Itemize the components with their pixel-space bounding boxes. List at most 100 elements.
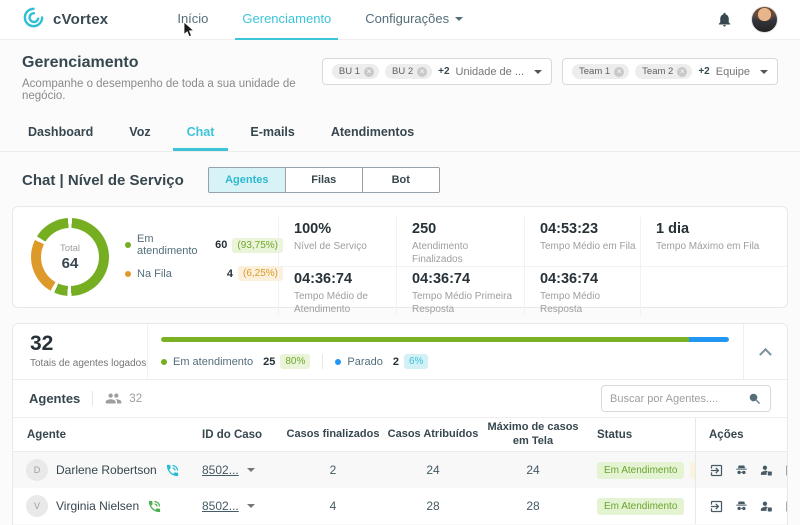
legend-em-atendimento: Em atendimento 60 (93,75%) [125, 233, 283, 257]
agents-table-header: Agente ID do Caso Casos finalizados Caso… [13, 418, 787, 452]
col-id-caso: ID do Caso [188, 429, 283, 441]
agents-panel: 32 Totais de agentes logados Em atendime… [12, 323, 788, 525]
view-toggle-group: Agentes Filas Bot [208, 167, 440, 193]
agents-status-bar [161, 337, 729, 342]
bu-chip-1[interactable]: BU 1× [332, 64, 379, 79]
search-icon[interactable] [748, 392, 762, 406]
chevron-down-icon [455, 17, 463, 21]
case-queue-icon[interactable] [784, 499, 788, 514]
nav-item-gerenciamento[interactable]: Gerenciamento [225, 0, 348, 40]
bu-filter-select[interactable]: BU 1× BU 2× +2 Unidade de ... [322, 58, 552, 85]
collapse-panel-button[interactable] [743, 324, 787, 379]
toggle-agentes[interactable]: Agentes [208, 167, 286, 193]
stat-atendimento-finalizados: 250Atendimento Finalizados [396, 217, 524, 266]
top-navbar: cVortex Início Gerenciamento Configuraçõ… [0, 0, 800, 40]
tab-voz[interactable]: Voz [115, 114, 164, 151]
orange-dot-icon [125, 271, 131, 277]
legend-divider [322, 354, 323, 369]
channel-tabs: Dashboard Voz Chat E-mails Atendimentos [0, 114, 800, 152]
chevron-down-icon[interactable] [247, 504, 255, 508]
team-more-count: +2 [698, 66, 709, 77]
case-id-link[interactable]: 8502... [202, 499, 239, 513]
phone-in-talk-icon[interactable] [165, 463, 180, 478]
brand-name: cVortex [53, 11, 108, 28]
status-badge: Em Atendimento [597, 498, 684, 515]
donut-center-value: 64 [62, 255, 79, 272]
green-dot-icon [161, 359, 167, 365]
col-casos-finalizados: Casos finalizados [283, 428, 383, 441]
tab-chat[interactable]: Chat [173, 114, 229, 151]
cvortex-logo-icon [22, 6, 45, 34]
donut-center-label: Total [60, 243, 80, 254]
bu-more-count: +2 [438, 66, 449, 77]
stat-tempo-medio-resposta: 04:36:74Tempo Médio Resposta [524, 267, 640, 316]
stat-nivel-servico: 100%Nível de Serviço [278, 217, 396, 266]
green-dot-icon [125, 242, 131, 248]
tab-dashboard[interactable]: Dashboard [14, 114, 107, 151]
mouse-cursor [183, 22, 197, 43]
status-badge: Em Atendimento [597, 462, 684, 479]
remove-chip-icon[interactable]: × [614, 67, 624, 77]
case-id-link[interactable]: 8502... [202, 463, 239, 477]
remove-chip-icon[interactable]: × [417, 67, 427, 77]
manage-agent-icon[interactable] [759, 463, 774, 478]
col-status: Status [583, 429, 695, 441]
people-group-icon [105, 390, 122, 407]
list-head-divider [92, 391, 93, 406]
stat-empty [640, 267, 787, 316]
phone-in-talk-icon[interactable] [147, 499, 162, 514]
case-queue-icon[interactable] [784, 463, 788, 478]
nav-item-configuracoes[interactable]: Configurações [348, 0, 480, 40]
manage-agent-icon[interactable] [759, 499, 774, 514]
chevron-down-icon[interactable] [247, 468, 255, 472]
monitor-incognito-icon[interactable] [734, 499, 749, 514]
service-level-summary-card: Total 64 Em atendimento 60 (93,75%) Na F… [12, 206, 788, 308]
chevron-down-icon [760, 70, 768, 74]
bu-filter-label: Unidade de ... [456, 66, 525, 78]
logout-agent-icon[interactable] [709, 499, 724, 514]
col-acoes: Ações [695, 418, 787, 451]
col-casos-atribuidos: Casos Atribuídos [383, 428, 483, 441]
notifications-bell-icon[interactable] [716, 11, 733, 28]
chevron-up-icon [759, 348, 772, 361]
remove-chip-icon[interactable]: × [677, 67, 687, 77]
agents-list-count: 32 [129, 393, 142, 405]
bar-segment-em-atendimento [161, 337, 689, 342]
stat-tempo-medio-fila: 04:53:23Tempo Médio em Fila [524, 217, 640, 266]
page-title: Gerenciamento [22, 54, 322, 72]
chevron-down-icon [534, 70, 542, 74]
stat-tempo-medio-primeira-resposta: 04:36:74Tempo Médio Primeira Resposta [396, 267, 524, 316]
tab-emails[interactable]: E-mails [236, 114, 308, 151]
team-filter-label: Equipe [716, 66, 750, 78]
agents-total-value: 32 [30, 332, 147, 356]
tab-atendimentos[interactable]: Atendimentos [317, 114, 428, 151]
page-header: Gerenciamento Acompanhe o desempenho de … [0, 40, 800, 114]
section-title: Chat | Nível de Serviço [22, 172, 184, 189]
remove-chip-icon[interactable]: × [364, 67, 374, 77]
attendance-donut-chart: Total 64 [31, 218, 109, 296]
table-row: V Virginia Nielsen 8502... 4 28 28 Em At… [13, 488, 787, 524]
search-input[interactable] [610, 393, 748, 405]
brand[interactable]: cVortex [22, 6, 108, 34]
toggle-bot[interactable]: Bot [362, 167, 440, 193]
user-avatar[interactable] [751, 6, 778, 33]
legend-na-fila: Na Fila 4 (6,25%) [125, 266, 283, 281]
col-maximo-casos-tela: Máximo de casos em Tela [483, 421, 583, 447]
page-subtitle: Acompanhe o desempenho de toda a sua uni… [22, 78, 322, 102]
stat-tempo-medio-atendimento: 04:36:74Tempo Médio de Atendimento [278, 267, 396, 316]
table-row: D Darlene Robertson 8502... 2 24 24 Em A… [13, 452, 787, 488]
team-filter-select[interactable]: Team 1× Team 2× +2 Equipe [562, 58, 778, 85]
logout-agent-icon[interactable] [709, 463, 724, 478]
bu-chip-2[interactable]: BU 2× [385, 64, 432, 79]
stat-tempo-maximo-fila: 1 diaTempo Máximo em Fila [640, 217, 787, 266]
toggle-filas[interactable]: Filas [285, 167, 363, 193]
agents-list-title: Agentes [29, 391, 80, 406]
team-chip-1[interactable]: Team 1× [572, 64, 629, 79]
agents-search-box[interactable] [601, 385, 771, 412]
team-chip-2[interactable]: Team 2× [635, 64, 692, 79]
agent-avatar: D [26, 459, 48, 481]
monitor-incognito-icon[interactable] [734, 463, 749, 478]
blue-dot-icon [335, 359, 341, 365]
col-agente: Agente [13, 429, 188, 441]
bar-segment-parado [689, 337, 729, 342]
